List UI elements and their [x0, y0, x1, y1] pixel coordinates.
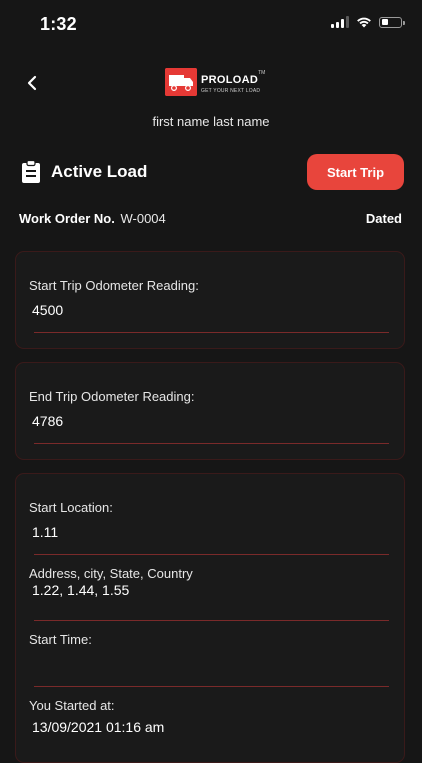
status-time: 1:32 [40, 14, 77, 34]
start-location-label: Start Location: [29, 500, 113, 515]
start-odometer-value[interactable]: 4500 [32, 302, 389, 318]
address-underline [34, 620, 389, 621]
started-at-label: You Started at: [29, 698, 115, 713]
start-odometer-field[interactable]: Start Trip Odometer Reading: 4500 [29, 278, 389, 333]
logo-trademark: TM [258, 69, 266, 76]
dated-label: Dated [365, 211, 402, 226]
end-odometer-value[interactable]: 4786 [32, 413, 389, 429]
status-bar: 1:32 [0, 0, 422, 48]
start-odometer-card: Start Trip Odometer Reading: 4500 [15, 251, 405, 349]
active-load-row: Active Load Start Trip [0, 152, 422, 192]
driver-name: first name last name [152, 114, 270, 129]
logo-name: PROLOAD [201, 73, 259, 86]
address-value[interactable]: 1.22, 1.44, 1.55 [32, 582, 389, 598]
end-odometer-underline [34, 443, 389, 444]
end-odometer-label: End Trip Odometer Reading: [29, 389, 195, 404]
end-odometer-card: End Trip Odometer Reading: 4786 [15, 362, 405, 460]
address-field[interactable]: Address, city, State, Country 1.22, 1.44… [29, 566, 389, 621]
status-icons [331, 16, 405, 28]
start-time-field[interactable]: Start Time: [29, 632, 389, 687]
start-time-value[interactable] [32, 656, 389, 672]
logo-tagline: GET YOUR NEXT LOAD [201, 87, 261, 94]
start-odometer-label: Start Trip Odometer Reading: [29, 278, 199, 293]
started-at-field: You Started at: 13/09/2021 01:16 am [29, 698, 389, 735]
start-time-label: Start Time: [29, 632, 92, 647]
end-odometer-field[interactable]: End Trip Odometer Reading: 4786 [29, 389, 389, 444]
work-order-value: W-0004 [120, 211, 166, 226]
active-load-title: Active Load [51, 162, 148, 181]
started-at-value: 13/09/2021 01:16 am [32, 719, 165, 735]
clipboard-icon [22, 160, 40, 183]
start-location-underline [34, 554, 389, 555]
address-label: Address, city, State, Country [29, 566, 193, 581]
app-logo: PROLOADTM GET YOUR NEXT LOAD [165, 68, 265, 96]
start-location-value[interactable]: 1.11 [32, 524, 389, 540]
start-odometer-underline [34, 332, 389, 333]
start-location-field[interactable]: Start Location: 1.11 [29, 500, 389, 555]
cellular-signal-icon [331, 16, 349, 28]
truck-logo-icon [165, 68, 197, 96]
start-trip-button[interactable]: Start Trip [307, 154, 404, 190]
work-order-row: Work Order No. W-0004 Dated [19, 211, 402, 226]
work-order-label: Work Order No. [19, 211, 115, 226]
header: PROLOADTM GET YOUR NEXT LOAD [0, 60, 422, 110]
battery-level [381, 19, 388, 25]
trip-details-card: Start Location: 1.11 Address, city, Stat… [15, 473, 405, 763]
wifi-icon [357, 17, 371, 28]
battery-icon [379, 16, 405, 28]
start-time-underline [34, 686, 389, 687]
back-arrow-icon[interactable] [22, 72, 44, 94]
